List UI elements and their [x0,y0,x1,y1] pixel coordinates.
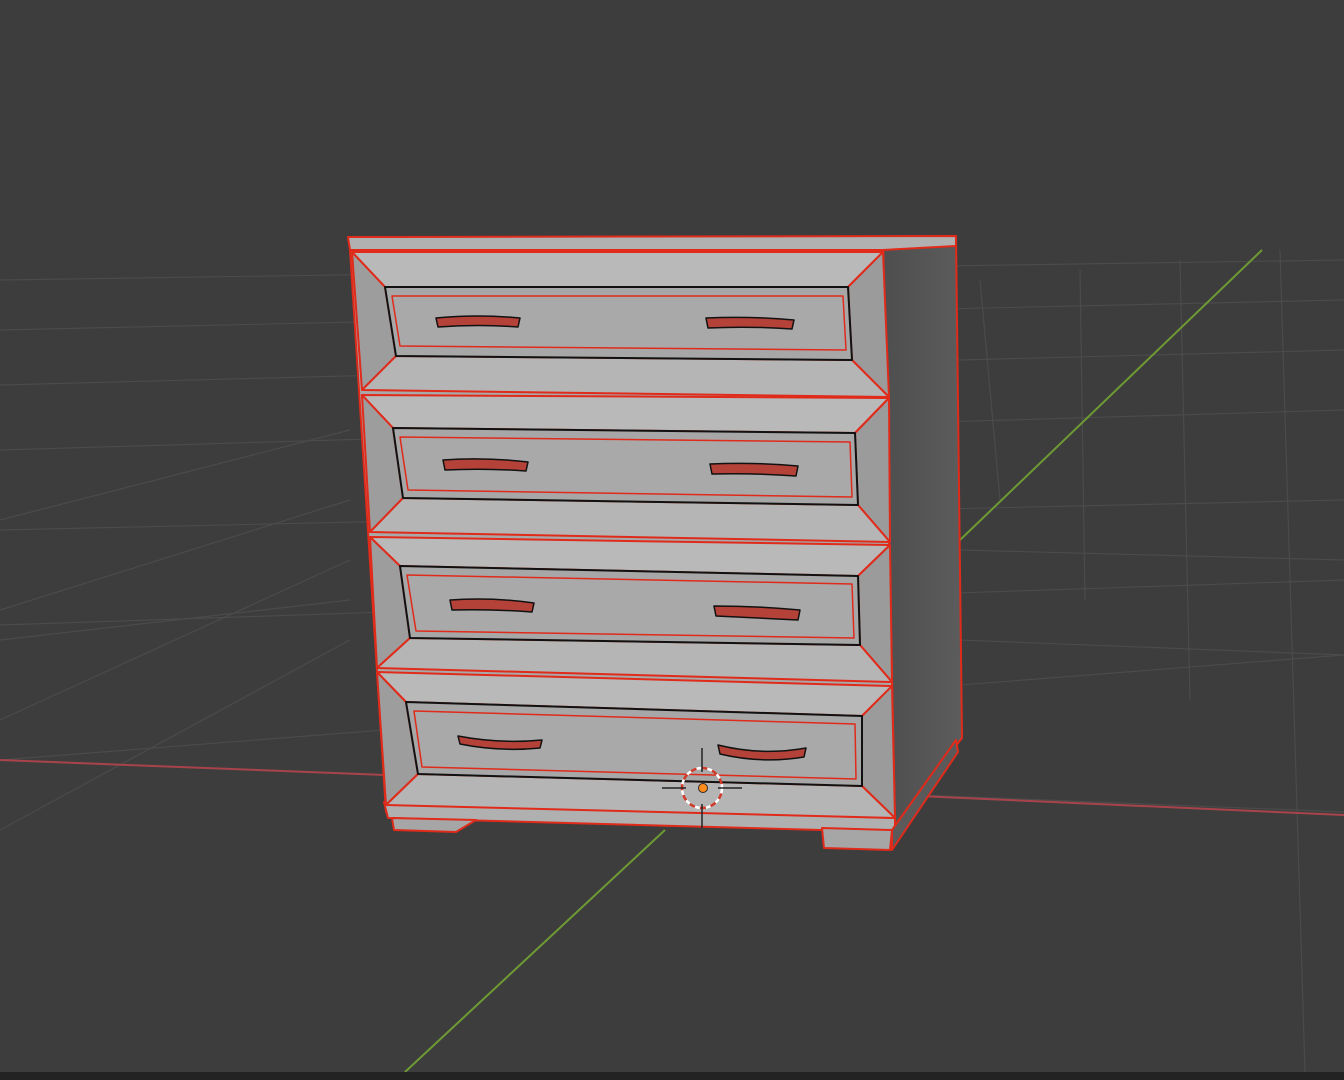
drawer-bevel [351,251,884,288]
y-axis-line [959,249,1263,541]
status-bar [0,1072,1344,1080]
x-axis-line [894,794,1344,816]
drawer-handle-left [442,458,529,472]
drawer-handle-right [709,462,799,477]
viewport-canvas[interactable] [0,0,1344,1072]
3d-viewport[interactable] [0,0,1344,1072]
drawer-handle-left [449,598,535,613]
y-axis-line [404,829,666,1072]
chest-side-panel [882,235,963,826]
drawer-1[interactable] [351,251,890,398]
drawer-3[interactable] [369,536,893,683]
object-origin-icon [698,783,708,793]
drawer-4[interactable] [376,671,896,819]
x-axis-line [0,759,386,776]
chest-foot-left [391,817,477,833]
chest-foot-right [821,827,893,851]
drawer-handle-left [435,315,521,328]
drawer-2[interactable] [361,394,891,543]
drawer-handle-right [705,316,795,330]
drawer-bevel [361,394,890,434]
chest-top-board [347,235,957,251]
drawer-bevel [361,355,890,398]
